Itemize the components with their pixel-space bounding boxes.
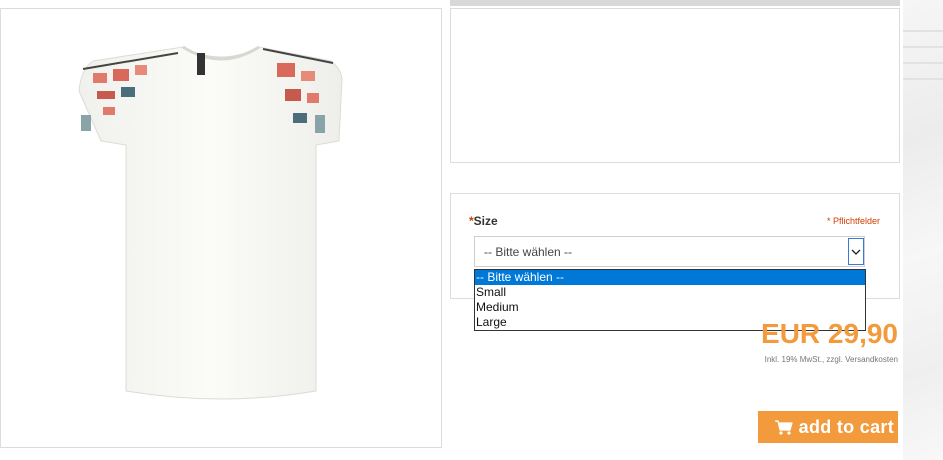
size-select-value: -- Bitte wählen -- [484,245,573,259]
dropdown-option[interactable]: Medium [475,300,865,315]
description-panel [450,8,900,163]
add-to-cart-button[interactable]: add to cart [758,411,898,443]
required-fields-note: * Pflichtfelder [826,216,880,226]
page-background-edge [903,0,943,460]
shopping-cart-icon [774,419,793,435]
dropdown-option[interactable]: -- Bitte wählen -- [475,270,865,285]
size-label: *Size [469,214,498,228]
dropdown-option[interactable]: Small [475,285,865,300]
chevron-down-icon[interactable] [848,238,864,265]
top-divider [450,0,900,6]
product-image[interactable] [0,8,442,448]
tax-note: Inkl. 19% MwSt., zzgl. Versandkosten [764,355,898,364]
tshirt-image [78,45,343,400]
add-to-cart-label: add to cart [798,416,894,437]
product-price: EUR 29,90 [761,318,898,349]
